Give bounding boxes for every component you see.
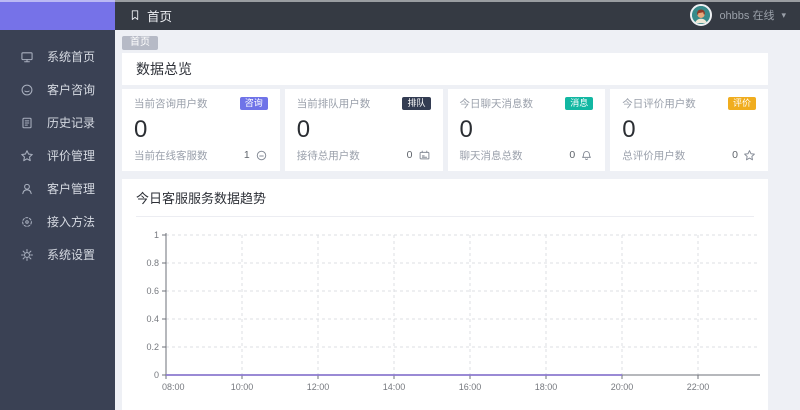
sidebar-item-label: 接入方法 bbox=[47, 215, 96, 229]
stat-card-message: 今日聊天消息数 消息 0 聊天消息总数 0 bbox=[447, 89, 606, 171]
user-menu[interactable]: ohbbs 在线 ▾ bbox=[690, 4, 786, 26]
breadcrumb-label: 首页 bbox=[147, 9, 173, 24]
card-badge: 消息 bbox=[565, 97, 594, 110]
card-badge: 排队 bbox=[402, 97, 431, 110]
card-header: 当前排队用户数 排队 bbox=[297, 96, 431, 111]
chat-icon bbox=[20, 83, 34, 97]
sidebar-item-label: 系统首页 bbox=[47, 50, 96, 64]
sidebar: 系统首页客户咨询历史记录评价管理客户管理接入方法系统设置 bbox=[0, 0, 115, 410]
chevron-down-icon: ▾ bbox=[781, 9, 786, 20]
chart-panel: 今日客服服务数据趋势 0 0.2 0.4 0.6 0.8 1 08:00 10:00 12:00… bbox=[122, 178, 768, 410]
sidebar-item-label: 客户咨询 bbox=[47, 83, 96, 97]
svg-text:22:00: 22:00 bbox=[687, 382, 710, 392]
sidebar-item-label: 评价管理 bbox=[47, 149, 96, 163]
idcard-icon bbox=[418, 149, 431, 162]
card-footer: 当前在线客服数 1 bbox=[134, 148, 268, 163]
window-top-edge bbox=[0, 0, 800, 2]
stat-card-consult: 当前咨询用户数 咨询 0 当前在线客服数 1 bbox=[122, 89, 280, 171]
svg-text:10:00: 10:00 bbox=[231, 382, 254, 392]
card-value: 0 bbox=[622, 116, 636, 143]
overview-panel: 数据总览 bbox=[122, 53, 768, 85]
sidebar-item-label: 系统设置 bbox=[47, 248, 96, 262]
svg-text:0: 0 bbox=[154, 370, 159, 380]
svg-text:0.4: 0.4 bbox=[146, 314, 159, 324]
star-icon bbox=[20, 149, 34, 163]
card-header: 当前咨询用户数 咨询 bbox=[134, 96, 268, 111]
stat-card-review: 今日评价用户数 评价 0 总评价用户数 0 bbox=[610, 89, 768, 171]
card-footer-label: 聊天消息总数 bbox=[459, 149, 523, 162]
svg-text:08:00: 08:00 bbox=[162, 382, 185, 392]
sidebar-item-system-home[interactable]: 系统首页 bbox=[0, 40, 115, 73]
stat-cards-row: 当前咨询用户数 咨询 0 当前在线客服数 1 当前排队用户数 排队 0 接待总用户数 0 今日聊天消… bbox=[122, 89, 768, 171]
sidebar-item-customer-mgmt[interactable]: 客户管理 bbox=[0, 172, 115, 205]
logo-area bbox=[0, 0, 115, 30]
svg-text:14:00: 14:00 bbox=[383, 382, 406, 392]
line-chart: 0 0.2 0.4 0.6 0.8 1 08:00 10:00 12:00 14:00 16:00 1… bbox=[134, 225, 768, 408]
card-value: 0 bbox=[134, 116, 148, 143]
sidebar-item-system-settings[interactable]: 系统设置 bbox=[0, 238, 115, 271]
sidebar-menu: 系统首页客户咨询历史记录评价管理客户管理接入方法系统设置 bbox=[0, 30, 115, 271]
card-title: 当前咨询用户数 bbox=[134, 98, 208, 110]
svg-text:20:00: 20:00 bbox=[611, 382, 634, 392]
svg-text:0.8: 0.8 bbox=[146, 258, 159, 268]
card-footer-label: 当前在线客服数 bbox=[134, 149, 208, 162]
card-footer-label: 总评价用户数 bbox=[622, 149, 686, 162]
svg-text:12:00: 12:00 bbox=[307, 382, 330, 392]
sidebar-item-customer-consult[interactable]: 客户咨询 bbox=[0, 73, 115, 106]
card-footer: 聊天消息总数 0 bbox=[460, 148, 594, 163]
sidebar-item-history-records[interactable]: 历史记录 bbox=[0, 106, 115, 139]
card-footer-value: 0 bbox=[732, 149, 738, 162]
tab-tag-home[interactable]: 首页 bbox=[122, 36, 158, 50]
card-value: 0 bbox=[459, 116, 473, 143]
card-footer-value: 0 bbox=[569, 149, 576, 162]
card-footer: 总评价用户数 0 bbox=[622, 148, 756, 163]
svg-text:1: 1 bbox=[154, 230, 159, 240]
history-icon bbox=[20, 116, 34, 130]
bookmark-icon bbox=[129, 9, 141, 21]
app-window: 系统首页客户咨询历史记录评价管理客户管理接入方法系统设置 首页 ohbbs 在线… bbox=[0, 0, 800, 410]
avatar[interactable] bbox=[690, 4, 713, 26]
svg-text:18:00: 18:00 bbox=[535, 382, 558, 392]
stat-card-queue: 当前排队用户数 排队 0 接待总用户数 0 bbox=[284, 89, 443, 171]
gear-icon bbox=[20, 248, 34, 262]
breadcrumb[interactable]: 首页 bbox=[129, 6, 172, 25]
username: ohbbs 在线 bbox=[719, 10, 775, 22]
bell-icon bbox=[580, 149, 593, 162]
monitor-icon bbox=[20, 50, 34, 64]
topbar: 首页 ohbbs 在线 ▾ bbox=[115, 0, 800, 30]
card-header: 今日聊天消息数 消息 bbox=[460, 96, 594, 111]
card-footer-value: 0 bbox=[406, 149, 413, 162]
chart-title: 今日客服服务数据趋势 bbox=[136, 188, 754, 217]
star-outline-icon bbox=[743, 149, 756, 162]
card-footer-value: 1 bbox=[243, 149, 250, 162]
content-area: 首页 数据总览 当前咨询用户数 咨询 0 当前在线客服数 1 当前排队用户数 排队 0 接待总用… bbox=[115, 30, 800, 410]
sidebar-item-label: 客户管理 bbox=[47, 182, 96, 196]
main-column: 首页 ohbbs 在线 ▾ 首页 数据总览 当前咨询用户数 咨询 0 当前在线客服数 1… bbox=[115, 0, 800, 410]
sidebar-item-access-method[interactable]: 接入方法 bbox=[0, 205, 115, 238]
svg-text:0.6: 0.6 bbox=[146, 286, 159, 296]
card-title: 今日评价用户数 bbox=[622, 98, 696, 110]
card-badge: 评价 bbox=[727, 97, 756, 110]
sidebar-item-label: 历史记录 bbox=[47, 116, 96, 130]
sidebar-item-review-mgmt[interactable]: 评价管理 bbox=[0, 139, 115, 172]
card-footer-label: 接待总用户数 bbox=[296, 149, 360, 162]
card-badge: 咨询 bbox=[239, 97, 268, 110]
svg-text:0.2: 0.2 bbox=[146, 342, 159, 352]
svg-text:16:00: 16:00 bbox=[459, 382, 482, 392]
smile-icon bbox=[255, 149, 268, 162]
card-title: 当前排队用户数 bbox=[296, 98, 371, 110]
card-value: 0 bbox=[296, 116, 311, 143]
card-footer: 接待总用户数 0 bbox=[297, 148, 431, 163]
overview-title: 数据总览 bbox=[136, 61, 192, 77]
api-icon bbox=[20, 215, 34, 229]
user-icon bbox=[20, 182, 34, 196]
card-header: 今日评价用户数 评价 bbox=[622, 96, 756, 111]
card-title: 今日聊天消息数 bbox=[459, 98, 534, 110]
